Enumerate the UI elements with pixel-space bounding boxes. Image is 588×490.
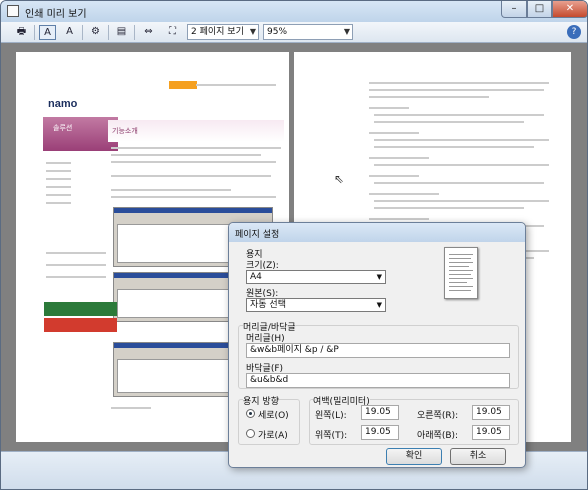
text-line <box>374 139 549 141</box>
print-icon[interactable]: 🖶 <box>13 25 30 40</box>
zoom-combo[interactable]: 95% ▼ <box>263 24 353 40</box>
text-line <box>111 147 281 149</box>
right-margin-input[interactable]: 19.05 <box>472 405 510 420</box>
menu-line <box>46 162 71 164</box>
ok-button[interactable]: 확인 <box>386 448 442 465</box>
text-line <box>369 96 489 98</box>
pages-view-combo[interactable]: 2 페이지 보기 ▼ <box>187 24 259 40</box>
text-line <box>111 154 261 156</box>
text-line <box>111 161 276 163</box>
help-icon[interactable]: ? <box>567 25 581 39</box>
text-line <box>374 121 524 123</box>
left-margin-label: 왼쪽(L): <box>315 411 347 421</box>
full-page-icon[interactable]: ⛶ <box>164 25 181 40</box>
portrait-page-icon[interactable]: A <box>61 25 78 40</box>
right-margin-label: 오른쪽(R): <box>417 411 459 421</box>
menu-header: 솔루션 <box>43 117 118 151</box>
menu-line <box>46 202 71 204</box>
dialog-title: 페이지 설정 <box>235 230 280 240</box>
portrait-label: 세로(O) <box>258 411 289 421</box>
paper-size-value: A4 <box>250 272 262 282</box>
full-width-icon[interactable]: ⇔ <box>140 25 157 40</box>
paper-size-select[interactable]: A4 ▼ <box>246 270 386 284</box>
text-line <box>374 114 544 116</box>
preview-toolbar: 🖶 A A ⚙ ▤ ⇔ ⛶ 2 페이지 보기 ▼ 95% ▼ ? <box>1 22 587 43</box>
sidebar-box <box>46 252 106 254</box>
toolbar-separator <box>108 25 109 40</box>
pages-view-value: 2 페이지 보기 <box>191 27 244 37</box>
text-line <box>374 207 524 209</box>
toolbar-separator <box>82 25 83 40</box>
text-line <box>369 82 549 84</box>
close-button[interactable]: ✕ <box>552 1 587 18</box>
paper-source-value: 자동 선택 <box>250 300 286 310</box>
text-line <box>369 175 419 177</box>
toolbar-separator <box>34 25 35 40</box>
bottom-margin-input[interactable]: 19.05 <box>472 425 510 440</box>
text-line <box>369 193 439 195</box>
nav-highlight <box>169 81 197 89</box>
text-line <box>111 407 151 409</box>
text-line <box>374 200 549 202</box>
text-line <box>374 164 549 166</box>
text-line <box>111 175 271 177</box>
mouse-cursor-icon: ⇖ <box>334 172 345 186</box>
portrait-radio[interactable] <box>246 409 255 418</box>
sidebar-box <box>46 276 106 278</box>
content-heading: 기능소개 <box>108 120 284 142</box>
text-line <box>111 196 276 198</box>
headers-footers-icon[interactable]: ▤ <box>113 25 130 40</box>
red-banner <box>44 318 117 332</box>
chevron-down-icon: ▼ <box>249 27 256 36</box>
text-line <box>369 218 429 220</box>
heading-text: 기능소개 <box>112 127 138 135</box>
footer-input[interactable]: &u&b&d <box>246 373 510 388</box>
header-input[interactable]: &w&b페이지 &p / &P <box>246 343 510 358</box>
sidebar-box <box>46 264 106 266</box>
text-line <box>369 132 419 134</box>
text-line <box>374 146 534 148</box>
landscape-radio[interactable] <box>246 429 255 438</box>
menu-line <box>46 178 71 180</box>
landscape-page-icon[interactable]: A <box>39 25 56 40</box>
orientation-group-label: 용지 방향 <box>243 394 279 407</box>
menu-line <box>46 186 71 188</box>
dialog-title-bar: 페이지 설정 <box>229 223 525 242</box>
text-line <box>369 89 544 91</box>
chevron-down-icon: ▼ <box>376 273 382 281</box>
green-banner <box>44 302 117 316</box>
chevron-down-icon: ▼ <box>343 27 350 36</box>
site-logo: namo <box>48 98 78 110</box>
top-margin-input[interactable]: 19.05 <box>361 425 399 440</box>
nav-links <box>196 84 276 86</box>
bottom-margin-label: 아래쪽(B): <box>417 431 459 441</box>
paper-source-select[interactable]: 자동 선택 ▼ <box>246 298 386 312</box>
top-margin-label: 위쪽(T): <box>315 431 348 441</box>
page-setup-dialog: 페이지 설정 용지 크기(Z): A4 ▼ 원본(S): 자동 선택 ▼ 머리글… <box>228 222 526 468</box>
minimize-button[interactable]: – <box>501 1 527 18</box>
menu-title: 솔루션 <box>53 124 73 132</box>
text-line <box>111 189 231 191</box>
cancel-button[interactable]: 취소 <box>450 448 506 465</box>
menu-line <box>46 194 71 196</box>
app-icon <box>7 5 19 17</box>
window-title: 인쇄 미리 보기 <box>25 9 87 20</box>
toolbar-separator <box>134 25 135 40</box>
maximize-button[interactable]: □ <box>527 1 552 18</box>
chevron-down-icon: ▼ <box>376 301 382 309</box>
landscape-label: 가로(A) <box>258 431 288 441</box>
page-setup-gear-icon[interactable]: ⚙ <box>87 25 104 40</box>
text-line <box>374 182 544 184</box>
text-line <box>369 107 409 109</box>
menu-line <box>46 170 71 172</box>
page-thumbnail <box>444 247 478 299</box>
text-line <box>369 157 429 159</box>
title-bar: 인쇄 미리 보기 – □ ✕ <box>1 1 587 22</box>
zoom-value: 95% <box>267 27 288 37</box>
screenshot-titlebar <box>114 208 272 213</box>
left-margin-input[interactable]: 19.05 <box>361 405 399 420</box>
